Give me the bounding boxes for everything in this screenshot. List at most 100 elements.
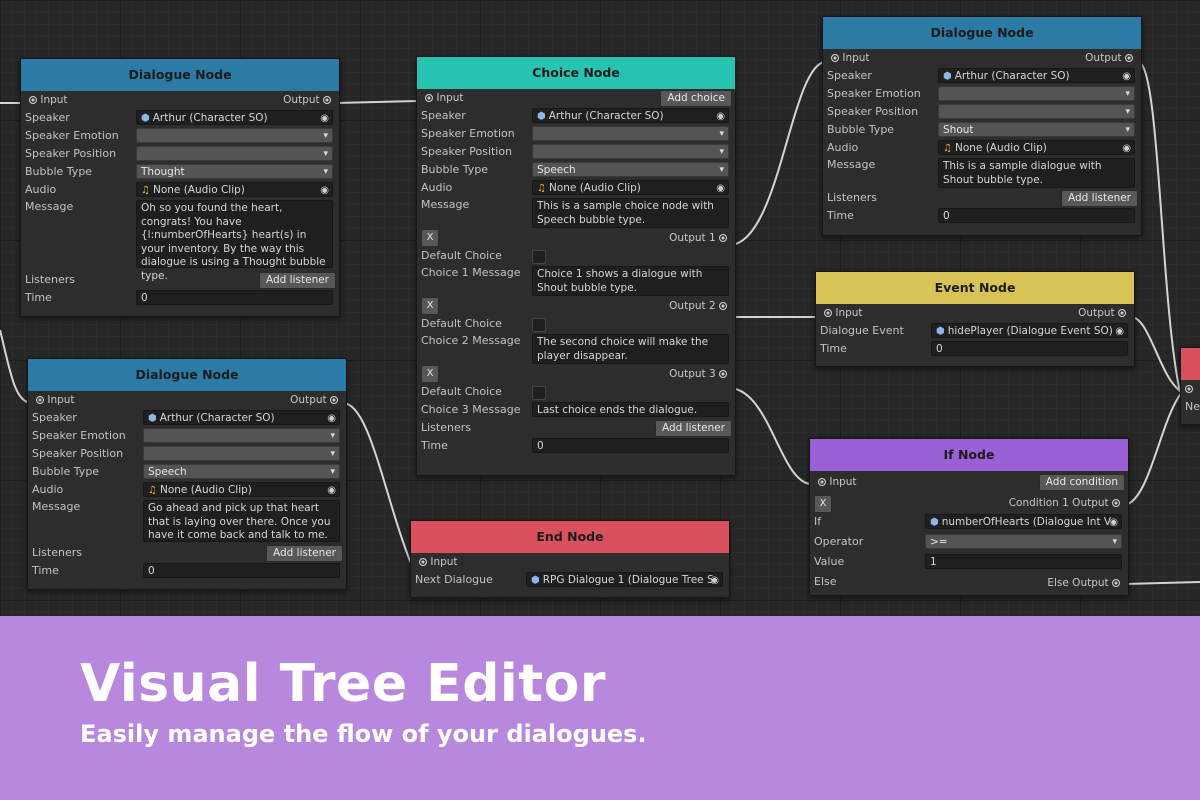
input-port[interactable]: Input [36,391,75,409]
port-dot-icon[interactable] [36,396,44,404]
node-title[interactable]: Dialogue Node [823,17,1141,49]
if-value-field[interactable]: ⬢ numberOfHearts (Dialogue Int V ◉ [925,514,1122,529]
output-port[interactable]: Output [1078,304,1126,322]
speaker-field[interactable]: ⬢ Arthur (Character SO) ◉ [143,410,340,425]
port-dot-icon[interactable] [419,558,427,566]
object-picker-icon[interactable]: ◉ [1109,515,1118,528]
audio-field[interactable]: ♫ None (Audio Clip) ◉ [938,140,1135,155]
time-field[interactable]: 0 [143,563,340,578]
speaker-emotion-dropdown[interactable] [938,86,1135,101]
audio-field[interactable]: ♫ None (Audio Clip) ◉ [136,182,333,197]
speaker-position-dropdown[interactable] [938,104,1135,119]
default-choice-3-checkbox[interactable] [532,386,546,400]
speaker-position-dropdown[interactable] [136,146,333,161]
speaker-field[interactable]: ⬢ Arthur (Character SO) ◉ [938,68,1135,83]
port-dot-icon[interactable] [1185,385,1193,393]
node-title[interactable]: Dialogue Node [21,59,339,91]
port-dot-icon[interactable] [425,94,433,102]
choice-1-message-textarea[interactable]: Choice 1 shows a dialogue with Shout bub… [532,266,729,296]
remove-choice-2-button[interactable]: X [421,297,439,315]
remove-choice-3-button[interactable]: X [421,365,439,383]
input-port[interactable]: Input [425,89,464,107]
output-port[interactable]: Output [1085,49,1133,67]
input-port[interactable]: Input [831,49,870,67]
next-dialogue-field[interactable]: ⬢ RPG Dialogue 1 (Dialogue Tree S ◉ [526,572,723,587]
node-title[interactable]: End Node [411,521,729,553]
condition-1-output-port[interactable]: Condition 1 Output [1009,497,1120,509]
add-listener-button[interactable]: Add listener [655,420,732,437]
dialogue-node-2[interactable]: Dialogue Node Input Output Speaker ⬢ Arthu… [27,358,347,590]
bubble-type-dropdown[interactable]: Speech [143,464,340,479]
input-port[interactable]: Input [29,91,68,109]
value-field[interactable]: 1 [925,554,1122,569]
node-title[interactable]: If Node [810,439,1128,471]
node-title[interactable]: Event Node [816,272,1134,304]
port-dot-icon[interactable] [719,302,727,310]
remove-choice-1-button[interactable]: X [421,229,439,247]
output-port[interactable]: Output [290,391,338,409]
time-field[interactable]: 0 [931,341,1128,356]
add-listener-button[interactable]: Add listener [266,545,343,562]
speaker-position-dropdown[interactable] [532,144,729,159]
object-picker-icon[interactable]: ◉ [710,573,719,586]
speaker-emotion-dropdown[interactable] [136,128,333,143]
dialogue-node-1[interactable]: Dialogue Node Input Output Speaker ⬢ Arthu… [20,58,340,317]
if-node[interactable]: If Node Input Add condition X Condition 1… [809,438,1129,596]
node-title[interactable]: Dialogue Node [28,359,346,391]
port-dot-icon[interactable] [330,396,338,404]
remove-condition-1-button[interactable]: X [814,495,832,513]
object-picker-icon[interactable]: ◉ [320,183,329,196]
time-field[interactable]: 0 [938,208,1135,223]
add-choice-button[interactable]: Add choice [660,90,732,107]
port-dot-icon[interactable] [831,54,839,62]
add-condition-button[interactable]: Add condition [1038,474,1125,491]
port-dot-icon[interactable] [1112,579,1120,587]
time-field[interactable]: 0 [532,438,729,453]
event-node[interactable]: Event Node Input Output Dialogue Event ⬢ h… [815,271,1135,367]
bubble-type-dropdown[interactable]: Shout [938,122,1135,137]
object-picker-icon[interactable]: ◉ [1115,324,1124,337]
default-choice-2-checkbox[interactable] [532,318,546,332]
time-field[interactable]: 0 [136,290,333,305]
add-listener-button[interactable]: Add listener [1061,190,1138,207]
output-1-port[interactable]: Output 1 [669,232,727,244]
node-title[interactable]: Choice Node [417,57,735,89]
partial-end-node[interactable]: Ne [1180,347,1200,425]
end-node[interactable]: End Node Input Next Dialogue ⬢ RPG Dialogu… [410,520,730,598]
object-picker-icon[interactable]: ◉ [1122,69,1131,82]
object-picker-icon[interactable]: ◉ [320,111,329,124]
message-textarea[interactable]: Go ahead and pick up that heart that is … [143,500,340,542]
port-dot-icon[interactable] [1112,499,1120,507]
port-dot-icon[interactable] [29,96,37,104]
choice-2-message-textarea[interactable]: The second choice will make the player d… [532,334,729,364]
input-port[interactable]: Input [824,304,863,322]
input-port[interactable]: Input [419,553,458,571]
speaker-field[interactable]: ⬢ Arthur (Character SO) ◉ [136,110,333,125]
bubble-type-dropdown[interactable]: Speech [532,162,729,177]
speaker-emotion-dropdown[interactable] [532,126,729,141]
object-picker-icon[interactable]: ◉ [327,411,336,424]
output-2-port[interactable]: Output 2 [669,300,727,312]
choice-3-message-field[interactable]: Last choice ends the dialogue. [532,402,729,417]
output-port[interactable]: Output [283,91,331,109]
graph-canvas[interactable]: Dialogue Node Input Output Speaker ⬢ Arthu… [0,0,1200,616]
output-3-port[interactable]: Output 3 [669,368,727,380]
port-dot-icon[interactable] [1118,309,1126,317]
dialogue-node-3[interactable]: Dialogue Node Input Output Speaker ⬢ Arthu… [822,16,1142,236]
partial-node-header[interactable] [1181,348,1200,380]
dialogue-event-field[interactable]: ⬢ hidePlayer (Dialogue Event SO) ◉ [931,323,1128,338]
bubble-type-dropdown[interactable]: Thought [136,164,333,179]
port-dot-icon[interactable] [323,96,331,104]
choice-node[interactable]: Choice Node Input Add choice Speaker ⬢ Art… [416,56,736,476]
speaker-field[interactable]: ⬢ Arthur (Character SO) ◉ [532,108,729,123]
input-port[interactable]: Input [818,471,857,493]
audio-field[interactable]: ♫ None (Audio Clip) ◉ [532,180,729,195]
object-picker-icon[interactable]: ◉ [1122,141,1131,154]
port-dot-icon[interactable] [824,309,832,317]
message-textarea[interactable]: This is a sample dialogue with Shout bub… [938,158,1135,188]
message-textarea[interactable]: Oh so you found the heart, congrats! You… [136,200,333,282]
input-port[interactable] [1185,380,1193,398]
operator-dropdown[interactable]: >= [925,534,1122,549]
else-output-port[interactable]: Else Output [1047,577,1120,589]
port-dot-icon[interactable] [719,370,727,378]
